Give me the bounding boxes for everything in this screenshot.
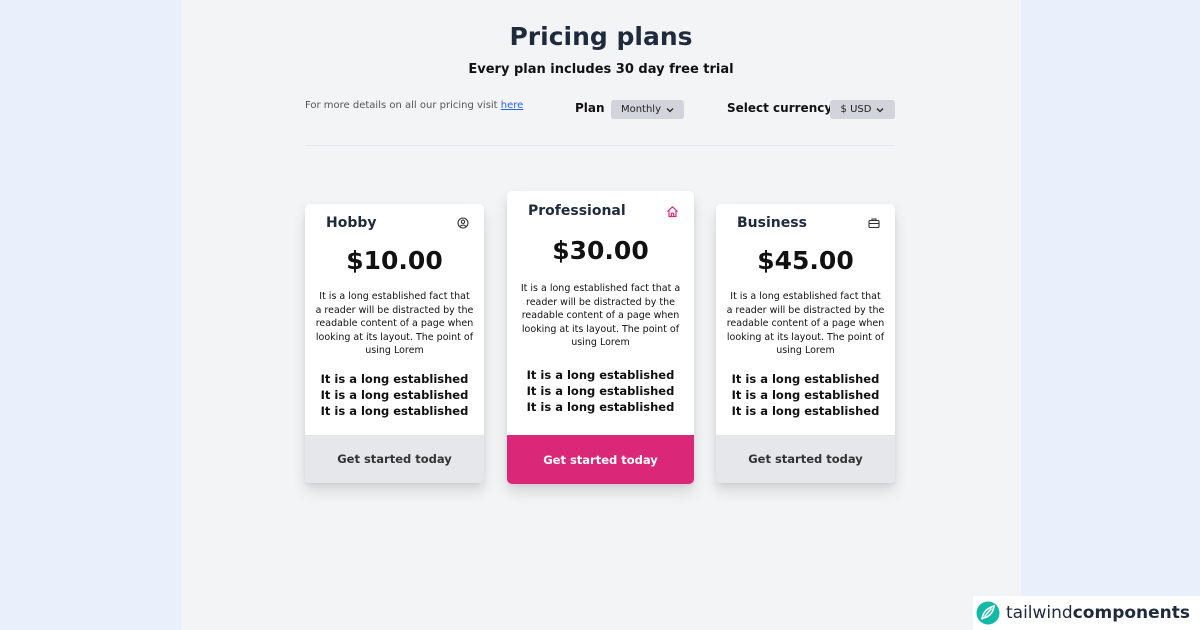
plan-card-professional: Professional $30.00 It is a long establi… bbox=[507, 191, 694, 484]
plan-name: Business bbox=[737, 215, 807, 231]
plan-card-business: Business $45.00 It is a long established… bbox=[716, 204, 895, 483]
feature-item: It is a long established bbox=[526, 368, 675, 382]
plan-price: $45.00 bbox=[757, 246, 854, 275]
feature-item: It is a long established bbox=[731, 404, 880, 418]
plan-select[interactable]: Monthly bbox=[611, 100, 684, 119]
currency-select-value: $ USD bbox=[840, 104, 872, 115]
plan-label: Plan bbox=[575, 101, 605, 115]
feature-item: It is a long established bbox=[526, 384, 675, 398]
feature-item: It is a long established bbox=[320, 372, 469, 386]
watermark-brand-light: tailwind bbox=[1006, 603, 1073, 623]
plan-price: $10.00 bbox=[346, 246, 443, 275]
watermark-brand-bold: components bbox=[1072, 603, 1191, 623]
get-started-button-professional[interactable]: Get started today bbox=[507, 435, 694, 484]
card-header: Business bbox=[737, 215, 880, 231]
plan-description: It is a long established fact that a rea… bbox=[315, 291, 474, 356]
page-title: Pricing plans bbox=[509, 22, 693, 51]
feature-list: It is a long established It is a long es… bbox=[507, 367, 694, 415]
leaf-logo-icon bbox=[976, 601, 1000, 625]
get-started-button-hobby[interactable]: Get started today bbox=[305, 435, 484, 483]
plan-card-hobby: Hobby $10.00 It is a long established fa… bbox=[305, 204, 484, 483]
feature-item: It is a long established bbox=[526, 400, 675, 414]
get-started-button-business[interactable]: Get started today bbox=[716, 435, 895, 483]
currency-label: Select currency bbox=[727, 101, 833, 115]
feature-list: It is a long established It is a long es… bbox=[716, 371, 895, 419]
home-icon bbox=[666, 205, 679, 218]
plan-name: Professional bbox=[528, 203, 626, 219]
watermark-text: tailwindcomponents bbox=[1006, 603, 1190, 623]
user-circle-icon bbox=[457, 217, 469, 229]
currency-select[interactable]: $ USD bbox=[830, 100, 895, 119]
details-link[interactable]: here bbox=[501, 100, 524, 111]
tailwindcomponents-watermark: tailwindcomponents bbox=[973, 596, 1200, 630]
feature-item: It is a long established bbox=[731, 372, 880, 386]
page-subtitle: Every plan includes 30 day free trial bbox=[468, 62, 734, 77]
card-header: Professional bbox=[528, 203, 679, 219]
feature-list: It is a long established It is a long es… bbox=[305, 371, 484, 419]
feature-item: It is a long established bbox=[320, 404, 469, 418]
feature-item: It is a long established bbox=[320, 388, 469, 402]
pricing-page: Pricing plans Every plan includes 30 day… bbox=[181, 0, 1021, 630]
pricing-details-text: For more details on all our pricing visi… bbox=[305, 100, 523, 111]
card-header: Hobby bbox=[326, 215, 469, 231]
briefcase-icon bbox=[868, 217, 880, 229]
plan-name: Hobby bbox=[326, 215, 377, 231]
chevron-down-icon bbox=[666, 106, 674, 114]
details-label: For more details on all our pricing visi… bbox=[305, 100, 501, 111]
plan-select-value: Monthly bbox=[620, 104, 662, 115]
chevron-down-icon bbox=[876, 106, 884, 114]
plan-description: It is a long established fact that a rea… bbox=[726, 291, 885, 356]
plan-price: $30.00 bbox=[552, 236, 649, 265]
plan-description: It is a long established fact that a rea… bbox=[520, 283, 681, 348]
feature-item: It is a long established bbox=[731, 388, 880, 402]
section-divider bbox=[305, 145, 895, 146]
